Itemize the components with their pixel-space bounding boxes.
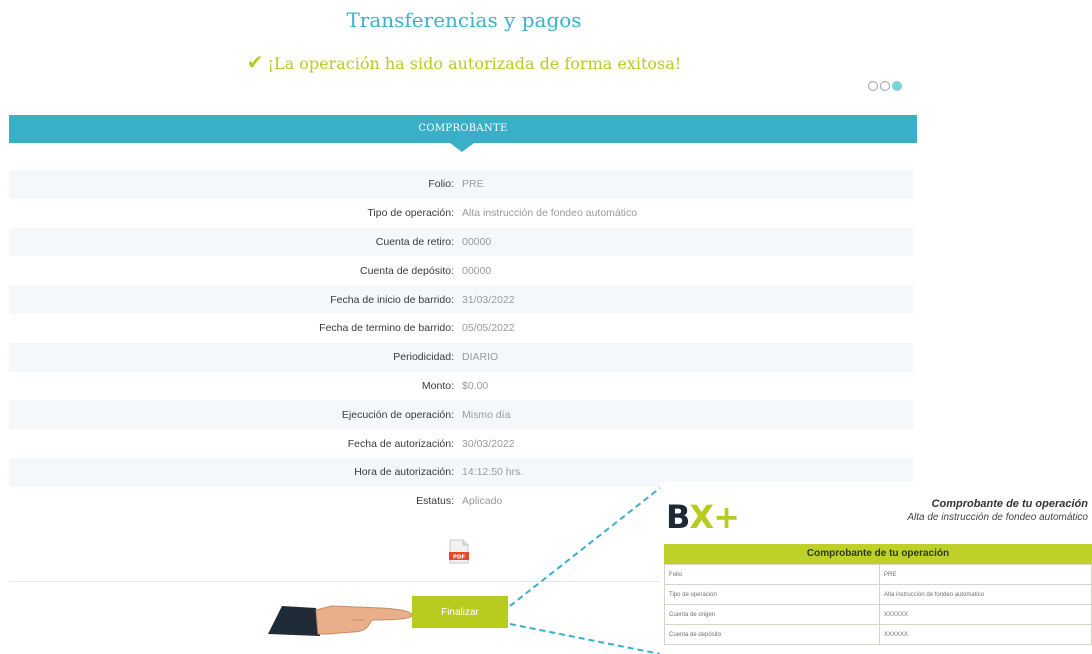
preview-table-header: Comprobante de tu operación	[664, 544, 1092, 564]
cell-label: Cuenta de origen	[664, 604, 880, 625]
table-row: Cuenta de origen XXXXXX	[664, 604, 1092, 625]
cell-value: Alta instrucción de fondeo automatico	[879, 584, 1092, 605]
pointing-hand-icon	[268, 598, 414, 643]
finish-button[interactable]: Finalizar	[412, 596, 508, 628]
preview-table: Folio PRE Tipo de operacion Alta instrucci…	[664, 564, 1092, 645]
preview-subtitle: Alta de instrucción de fondeo automático	[907, 512, 1088, 523]
cell-label: Cuenta de depósito	[664, 624, 880, 645]
cell-value: XXXXXX	[879, 604, 1092, 625]
table-row: Cuenta de depósito XXXXXX	[664, 624, 1092, 645]
cell-value: PRE	[879, 564, 1092, 585]
pdf-preview: BX+ Comprobante de tu operación Alta de …	[660, 482, 1092, 654]
cell-label: Folio	[664, 564, 880, 585]
cell-value: XXXXXX	[879, 624, 1092, 645]
preview-title: Comprobante de tu operación	[931, 498, 1088, 510]
cell-label: Tipo de operacion	[664, 584, 880, 605]
bx-logo: BX+	[666, 498, 740, 536]
table-row: Tipo de operacion Alta instrucción de fon…	[664, 584, 1092, 605]
table-row: Folio PRE	[664, 564, 1092, 585]
